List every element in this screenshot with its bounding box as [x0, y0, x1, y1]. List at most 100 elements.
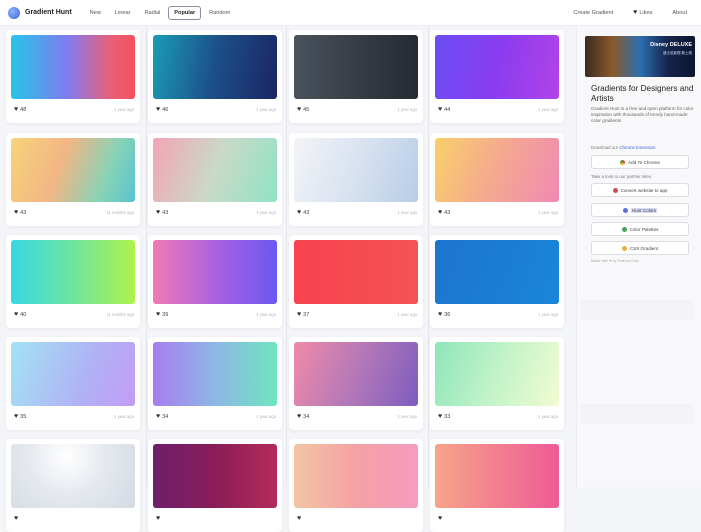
heart-icon: ♥: [297, 515, 302, 522]
heart-icon: ♥: [633, 9, 638, 16]
card-footer: ♥ 43 11 months ago: [14, 209, 134, 216]
like-button[interactable]: ♥ 45: [297, 106, 309, 113]
like-button[interactable]: ♥ 46: [156, 106, 168, 113]
gradient-card[interactable]: ♥ 34 1 year ago: [289, 337, 423, 430]
like-count: 43: [20, 209, 27, 216]
partner-label: Take a look to our partner sites: [591, 174, 652, 179]
gradient-swatch[interactable]: [153, 138, 277, 202]
partner-css-gradient-button[interactable]: CSS Gradient: [591, 241, 689, 255]
like-button[interactable]: ♥ 43: [438, 209, 450, 216]
ad-subtitle: 迪士尼影视 新上线: [663, 51, 692, 55]
add-to-chrome-button[interactable]: Add To Chrome: [591, 155, 689, 169]
like-count: 44: [444, 106, 451, 113]
like-button[interactable]: ♥ 39: [156, 311, 168, 318]
gradient-swatch[interactable]: [435, 240, 559, 304]
gradient-card[interactable]: ♥ 46 1 year ago: [148, 30, 282, 123]
card-footer: ♥: [438, 515, 558, 522]
like-button[interactable]: ♥: [156, 515, 162, 522]
brand-logo[interactable]: Gradient Hunt: [8, 6, 72, 19]
gradient-card[interactable]: ♥: [289, 439, 423, 532]
gradient-card[interactable]: ♥: [148, 439, 282, 532]
card-timestamp: 1 year ago: [538, 210, 558, 215]
ad-banner[interactable]: Disney DELUXE 迪士尼影视 新上线: [585, 36, 695, 77]
gradient-swatch[interactable]: [294, 35, 418, 99]
gradient-card[interactable]: ♥ 35 1 year ago: [6, 337, 140, 430]
gradient-swatch[interactable]: [153, 240, 277, 304]
likes-link[interactable]: ♥ Likes: [633, 9, 652, 16]
gradient-swatch[interactable]: [153, 35, 277, 99]
partner-convert-website-button[interactable]: Convert website to app: [591, 183, 689, 197]
nav-random[interactable]: Random: [203, 6, 236, 20]
gradient-swatch[interactable]: [11, 138, 135, 202]
like-button[interactable]: ♥ 44: [438, 106, 450, 113]
nav-new[interactable]: New: [84, 6, 107, 20]
card-timestamp: 1 year ago: [538, 107, 558, 112]
like-button[interactable]: ♥: [297, 515, 303, 522]
like-button[interactable]: ♥ 34: [297, 413, 309, 420]
gradient-swatch[interactable]: [435, 35, 559, 99]
gradient-swatch[interactable]: [11, 35, 135, 99]
gradient-swatch[interactable]: [435, 444, 559, 508]
gradient-card[interactable]: ♥ 33 1 year ago: [430, 337, 564, 430]
gradient-card[interactable]: ♥ 48 1 year ago: [6, 30, 140, 123]
gradient-swatch[interactable]: [153, 444, 277, 508]
partner-hunt-colors-button[interactable]: Hunt Colors: [591, 203, 689, 217]
nav-radial[interactable]: Radial: [138, 6, 166, 20]
like-button[interactable]: ♥ 43: [156, 209, 168, 216]
gradient-card[interactable]: ♥ 36 1 year ago: [430, 235, 564, 328]
card-footer: ♥ 39 1 year ago: [156, 311, 276, 318]
chrome-extension-link[interactable]: Chrome Extension: [619, 145, 655, 150]
gradient-card[interactable]: ♥ 43 11 months ago: [6, 133, 140, 226]
like-count: 39: [162, 311, 169, 318]
card-timestamp: 11 months ago: [106, 312, 134, 317]
gradient-swatch[interactable]: [435, 342, 559, 406]
gradient-swatch[interactable]: [11, 240, 135, 304]
heart-icon: ♥: [156, 106, 161, 113]
gradient-swatch[interactable]: [11, 342, 135, 406]
gradient-swatch[interactable]: [153, 342, 277, 406]
like-button[interactable]: ♥ 36: [438, 311, 450, 318]
like-button[interactable]: ♥ 48: [14, 106, 26, 113]
like-button[interactable]: ♥ 33: [438, 413, 450, 420]
sidebar-description: Gradient Hunt is a free and open platfor…: [591, 106, 694, 123]
gradient-card[interactable]: ♥ 45 1 year ago: [289, 30, 423, 123]
heart-icon: ♥: [14, 311, 19, 318]
gradient-card[interactable]: ♥ 43 1 year ago: [148, 133, 282, 226]
gradient-swatch[interactable]: [294, 444, 418, 508]
gradient-card[interactable]: ♥ 44 1 year ago: [430, 30, 564, 123]
gradient-card[interactable]: ♥ 40 11 months ago: [6, 235, 140, 328]
nav-popular[interactable]: Popular: [168, 5, 202, 20]
card-footer: ♥: [14, 515, 134, 522]
gradient-swatch[interactable]: [11, 444, 135, 508]
palette-icon: [622, 207, 628, 213]
card-timestamp: 11 months ago: [106, 210, 134, 215]
gradient-swatch[interactable]: [294, 240, 418, 304]
partner-color-palettes-button[interactable]: Color Palettes: [591, 222, 689, 236]
like-button[interactable]: ♥ 40: [14, 311, 26, 318]
like-count: 40: [20, 311, 27, 318]
gradient-swatch[interactable]: [294, 138, 418, 202]
gradient-swatch[interactable]: [435, 138, 559, 202]
create-gradient-link[interactable]: Create Gradient: [573, 10, 613, 16]
like-button[interactable]: ♥ 34: [156, 413, 168, 420]
like-button[interactable]: ♥ 37: [297, 311, 309, 318]
like-button[interactable]: ♥ 43: [14, 209, 26, 216]
like-button[interactable]: ♥: [14, 515, 20, 522]
gradient-card[interactable]: ♥ 39 1 year ago: [148, 235, 282, 328]
heart-icon: ♥: [14, 106, 19, 113]
heart-icon: ♥: [14, 515, 19, 522]
gradient-swatch[interactable]: [294, 342, 418, 406]
gradient-icon: [621, 245, 627, 251]
nav-linear[interactable]: Linear: [109, 6, 137, 20]
about-link[interactable]: About: [672, 10, 687, 16]
gradient-card[interactable]: ♥: [430, 439, 564, 532]
gradient-card[interactable]: ♥ 37 1 year ago: [289, 235, 423, 328]
like-button[interactable]: ♥ 35: [14, 413, 26, 420]
gradient-card[interactable]: ♥: [6, 439, 140, 532]
gradient-card[interactable]: ♥ 34 1 year ago: [148, 337, 282, 430]
like-button[interactable]: ♥: [438, 515, 444, 522]
gradient-card[interactable]: ♥ 43 1 year ago: [430, 133, 564, 226]
sidebar-empty-block: [581, 404, 694, 424]
gradient-card[interactable]: ♥ 43 1 year ago: [289, 133, 423, 226]
like-button[interactable]: ♥ 43: [297, 209, 309, 216]
